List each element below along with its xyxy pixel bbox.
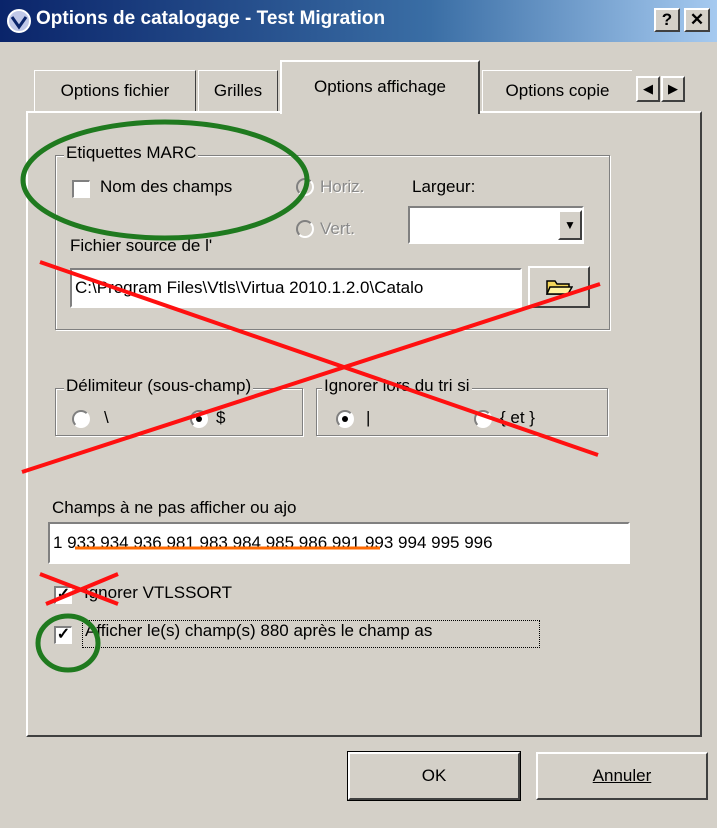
ignore-vtlssort-checkbox[interactable]: ✓ [54,586,72,604]
field-names-label: Nom des champs [100,177,233,196]
help-button[interactable]: ? [654,8,680,32]
tab-scroll-right-button[interactable]: ▶ [661,76,685,102]
app-icon [6,8,32,34]
hidden-fields-label: Champs à ne pas afficher ou ajo [52,498,297,517]
marc-labels-legend: Etiquettes MARC [64,143,199,163]
title-bar[interactable]: Options de catalogage - Test Migration ?… [0,0,717,42]
width-select-value [410,213,413,232]
width-dropdown-arrow[interactable]: ▼ [558,210,582,240]
browse-folder-button[interactable] [528,266,590,308]
show-880-checkbox[interactable]: ✓ [54,626,72,644]
source-file-value: C:\Program Files\Vtls\Virtua 2010.1.2.0\… [75,278,424,297]
horiz-label: Horiz. [320,177,365,196]
width-label: Largeur: [412,177,476,196]
tab-grilles[interactable]: Grilles [198,70,278,112]
vert-radio[interactable] [296,220,314,238]
delimiter-dollar-radio[interactable] [190,410,208,428]
ignore-brackets-radio[interactable] [474,410,492,428]
hidden-fields-value: 1 933 934 936 981 983 984 985 986 991 99… [53,533,493,552]
source-file-input[interactable]: C:\Program Files\Vtls\Virtua 2010.1.2.0\… [70,268,522,308]
ok-button[interactable]: OK [347,751,521,801]
delimiter-legend: Délimiteur (sous-champ) [64,376,254,396]
ignore-brackets-label: { et } [500,408,535,427]
field-names-checkbox[interactable] [72,180,90,198]
ignore-vtlssort-label: Ignorer VTLSSORT [84,583,233,602]
delimiter-dollar-label: $ [216,408,226,427]
ignore-pipe-label: | [366,408,371,427]
close-button[interactable]: ✕ [684,8,710,32]
hidden-fields-input[interactable]: 1 933 934 936 981 983 984 985 986 991 99… [48,522,630,564]
tab-options-fichier[interactable]: Options fichier [34,70,196,112]
source-file-label: Fichier source de l' [70,236,213,255]
ignore-pipe-radio[interactable] [336,410,354,428]
tab-options-copie[interactable]: Options copie [482,70,632,112]
window-title: Options de catalogage - Test Migration [36,8,386,29]
ignore-sort-legend: Ignorer lors du tri si [322,376,472,396]
tab-scroll-left-button[interactable]: ◀ [636,76,660,102]
tab-options-affichage[interactable]: Options affichage [280,60,480,114]
delimiter-backslash-radio[interactable] [72,410,90,428]
open-folder-icon [545,280,574,302]
show-880-label: Afficher le(s) champ(s) 880 après le cha… [82,620,540,648]
cancel-button[interactable]: Annuler [536,752,708,800]
delimiter-backslash-label: \ [104,408,109,427]
vert-label: Vert. [320,219,355,238]
horiz-radio[interactable] [296,178,314,196]
